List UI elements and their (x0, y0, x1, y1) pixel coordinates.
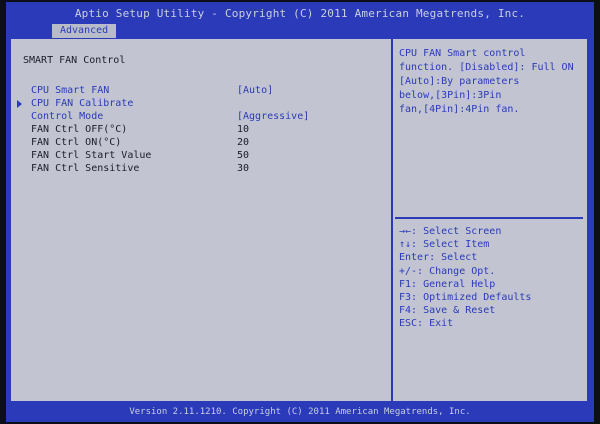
key-enter-select: Enter: Select (399, 252, 478, 264)
setting-value[interactable]: 20 (237, 137, 249, 148)
setting-label: FAN Ctrl Start Value (31, 150, 152, 161)
tab-advanced[interactable]: Advanced (52, 24, 117, 38)
setting-cpu-smart-fan[interactable]: CPU Smart FAN [Auto] (11, 85, 391, 98)
key-change-option: +/-: Change Opt. (399, 265, 496, 277)
setting-value[interactable]: [Aggressive] (237, 111, 309, 122)
setting-label: FAN Ctrl Sensitive (31, 163, 140, 174)
help-text: CPU FAN Smart control function. [Disable… (399, 48, 574, 115)
setting-label: Control Mode (31, 111, 104, 122)
key-save-reset: F4: Save & Reset (399, 305, 496, 317)
key-legend: →←: Select Screen ↑↓: Select Item Enter:… (399, 225, 583, 331)
version-text: Version 2.11.1210. Copyright (C) 2011 Am… (129, 407, 471, 417)
setting-label: CPU FAN Calibrate (31, 98, 134, 109)
help-divider (395, 217, 583, 219)
key-optimized-defaults: F3: Optimized Defaults (399, 292, 532, 304)
section-title: SMART FAN Control (23, 55, 126, 66)
settings-pane: SMART FAN Control CPU Smart FAN [Auto] C… (11, 39, 393, 401)
submenu-arrow-icon (17, 100, 22, 108)
setting-label: CPU Smart FAN (31, 85, 110, 96)
setting-control-mode[interactable]: Control Mode [Aggressive] (11, 111, 391, 124)
app-title: Aptio Setup Utility - Copyright (C) 2011… (74, 6, 526, 20)
key-exit: ESC: Exit (399, 318, 454, 330)
setting-value[interactable]: 50 (237, 150, 249, 161)
setting-label: FAN Ctrl ON(°C) (31, 137, 122, 148)
setting-label: FAN Ctrl OFF(°C) (31, 124, 128, 135)
setting-cpu-fan-calibrate[interactable]: CPU FAN Calibrate (11, 98, 391, 111)
setting-value[interactable]: [Auto] (237, 85, 273, 96)
footer: Version 2.11.1210. Copyright (C) 2011 Am… (6, 404, 594, 420)
setting-value[interactable]: 30 (237, 163, 249, 174)
help-pane: CPU FAN Smart control function. [Disable… (393, 39, 587, 401)
title-bar: Aptio Setup Utility - Copyright (C) 2011… (6, 2, 594, 24)
setting-fan-ctrl-off[interactable]: FAN Ctrl OFF(°C) 10 (11, 124, 391, 137)
setting-fan-ctrl-start-value[interactable]: FAN Ctrl Start Value 50 (11, 150, 391, 163)
tab-row: Advanced (6, 24, 594, 38)
key-select-item: ↑↓: Select Item (399, 239, 490, 251)
key-select-screen: →←: Select Screen (399, 226, 502, 237)
setting-value[interactable]: 10 (237, 124, 249, 135)
setting-fan-ctrl-sensitive[interactable]: FAN Ctrl Sensitive 30 (11, 163, 391, 176)
setting-fan-ctrl-on[interactable]: FAN Ctrl ON(°C) 20 (11, 137, 391, 150)
key-general-help: F1: General Help (399, 278, 496, 290)
main-panel: SMART FAN Control CPU Smart FAN [Auto] C… (10, 38, 588, 402)
bios-screen: Aptio Setup Utility - Copyright (C) 2011… (6, 2, 594, 422)
